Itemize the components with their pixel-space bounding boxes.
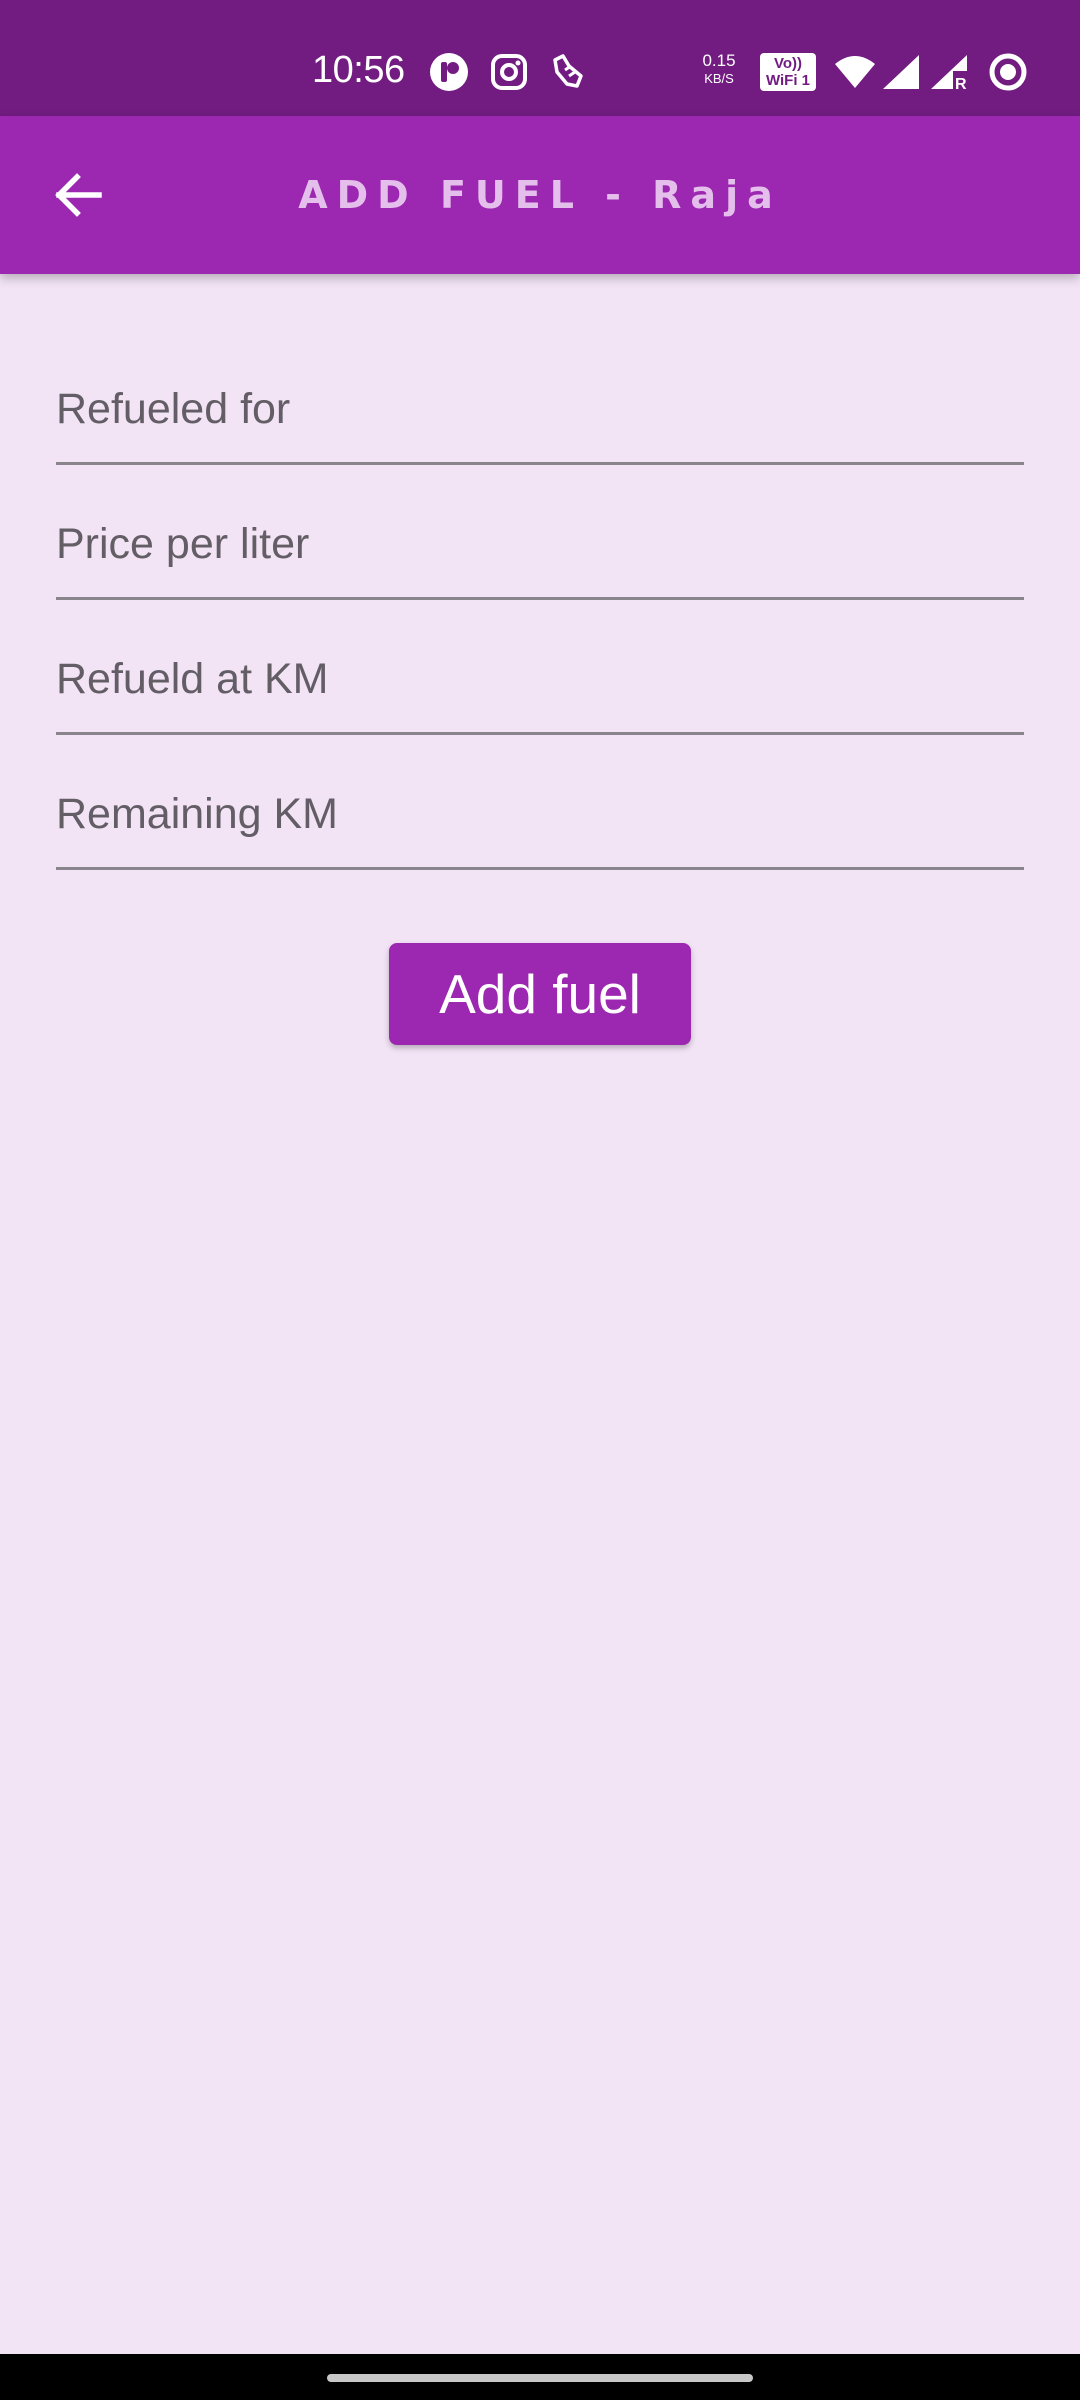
fitness-icon xyxy=(546,50,588,94)
signal-icon xyxy=(880,50,922,94)
price-per-liter-input[interactable] xyxy=(56,520,1024,569)
network-speed-value: 0.15 xyxy=(702,51,736,70)
wifi-icon xyxy=(832,50,878,94)
volte-badge-line2: WiFi 1 xyxy=(765,72,811,89)
status-time: 10:56 xyxy=(312,49,405,91)
refueled-at-km-field xyxy=(56,600,1024,735)
signal-roaming-icon: R xyxy=(928,50,970,94)
app-bar: ADD FUEL - Raja xyxy=(0,116,1080,274)
battery-ring-icon xyxy=(986,50,1030,94)
home-indicator[interactable] xyxy=(327,2374,753,2382)
add-fuel-button[interactable]: Add fuel xyxy=(389,943,691,1045)
page-title: ADD FUEL - Raja xyxy=(298,173,782,217)
refueled-for-input[interactable] xyxy=(56,385,1024,434)
refueled-at-km-input[interactable] xyxy=(56,655,1024,704)
volte-badge-line1: Vo)) xyxy=(773,55,803,72)
price-per-liter-field xyxy=(56,465,1024,600)
status-bar: 10:56 0.15 KB/S Vo)) WiFi 1 R xyxy=(0,0,1080,116)
refueled-for-field xyxy=(56,330,1024,465)
remaining-km-field xyxy=(56,735,1024,870)
app-notification-icon xyxy=(428,50,470,94)
network-speed-unit: KB/S xyxy=(704,71,734,86)
navigation-bar xyxy=(0,2354,1080,2400)
svg-text:R: R xyxy=(955,76,967,91)
instagram-icon xyxy=(488,50,530,94)
network-speed: 0.15 KB/S xyxy=(696,52,742,88)
remaining-km-input[interactable] xyxy=(56,790,1024,839)
volte-wifi-badge: Vo)) WiFi 1 xyxy=(760,53,816,91)
